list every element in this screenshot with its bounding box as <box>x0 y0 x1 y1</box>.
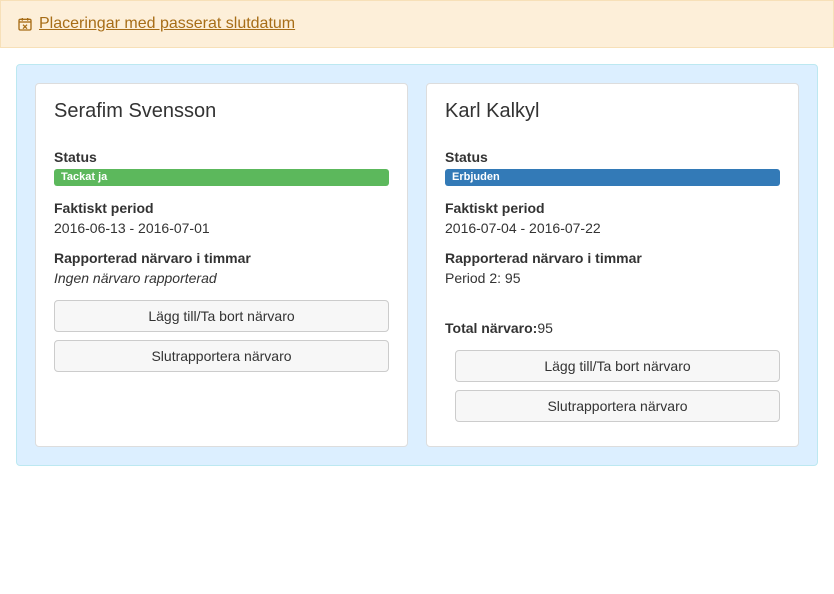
attendance-value: Ingen närvaro rapporterad <box>54 270 389 286</box>
status-badge: Tackat ja <box>54 169 389 186</box>
total-attendance-row: Total närvaro:95 <box>445 320 780 336</box>
attendance-label: Rapporterad närvaro i timmar <box>445 250 780 266</box>
person-name: Karl Kalkyl <box>445 100 780 123</box>
final-report-attendance-button[interactable]: Slutrapportera närvaro <box>455 390 780 422</box>
attendance-label: Rapporterad närvaro i timmar <box>54 250 389 266</box>
attendance-value: Period 2: 95 <box>445 270 780 286</box>
person-card: Karl Kalkyl Status Erbjuden Faktiskt per… <box>426 83 799 447</box>
person-name: Serafim Svensson <box>54 100 389 123</box>
period-value: 2016-06-13 - 2016-07-01 <box>54 220 389 236</box>
alert-banner: Placeringar med passerat slutdatum <box>0 0 834 48</box>
period-value: 2016-07-04 - 2016-07-22 <box>445 220 780 236</box>
period-label: Faktiskt period <box>54 200 389 216</box>
status-label: Status <box>445 149 780 165</box>
total-attendance-label: Total närvaro: <box>445 320 537 336</box>
person-card: Serafim Svensson Status Tackat ja Faktis… <box>35 83 408 447</box>
period-label: Faktiskt period <box>445 200 780 216</box>
content-panel: Serafim Svensson Status Tackat ja Faktis… <box>16 64 818 466</box>
alert-link[interactable]: Placeringar med passerat slutdatum <box>39 15 295 33</box>
add-remove-attendance-button[interactable]: Lägg till/Ta bort närvaro <box>54 300 389 332</box>
total-attendance-value: 95 <box>537 320 553 336</box>
add-remove-attendance-button[interactable]: Lägg till/Ta bort närvaro <box>455 350 780 382</box>
status-badge: Erbjuden <box>445 169 780 186</box>
final-report-attendance-button[interactable]: Slutrapportera närvaro <box>54 340 389 372</box>
status-label: Status <box>54 149 389 165</box>
calendar-x-icon <box>17 16 33 32</box>
